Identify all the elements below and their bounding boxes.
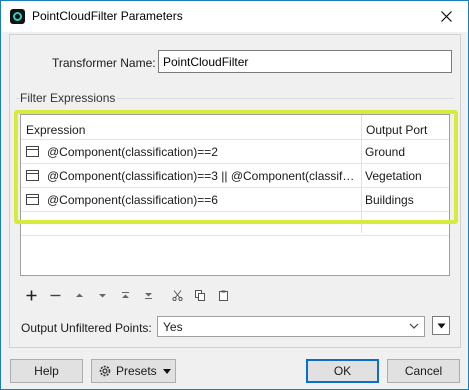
presets-button[interactable]: Presets: [91, 359, 176, 383]
expression-editor-icon[interactable]: [26, 194, 39, 205]
transformer-name-label: Transformer Name:: [52, 56, 156, 70]
output-unfiltered-value: Yes: [163, 320, 183, 334]
filter-expressions-label: Filter Expressions: [20, 91, 118, 105]
move-up-button[interactable]: [71, 286, 87, 304]
column-header-output-port[interactable]: Output Port: [366, 123, 427, 137]
output-unfiltered-menu-button[interactable]: [432, 316, 450, 335]
close-icon: [440, 11, 452, 22]
close-button[interactable]: [424, 1, 468, 32]
row-expression[interactable]: @Component(classification)==2: [47, 145, 357, 159]
row-output-port[interactable]: Vegetation: [365, 169, 422, 183]
triangle-down-icon: [162, 368, 171, 374]
table-toolbar: [23, 286, 253, 304]
expression-editor-icon[interactable]: [26, 146, 39, 157]
cut-button[interactable]: [169, 286, 185, 304]
table-row-empty[interactable]: [21, 212, 449, 236]
cut-icon: [171, 289, 183, 301]
dialog-window: PointCloudFilter Parameters Transformer …: [0, 0, 469, 390]
cancel-button[interactable]: Cancel: [387, 359, 460, 383]
output-unfiltered-label: Output Unfiltered Points:: [21, 321, 152, 335]
expression-editor-icon[interactable]: [26, 170, 39, 181]
paste-button[interactable]: [215, 286, 231, 304]
expressions-table[interactable]: Expression Output Port @Component(classi…: [20, 114, 450, 276]
move-up-icon: [75, 293, 83, 297]
move-down-button[interactable]: [94, 286, 110, 304]
ok-button-label: OK: [333, 364, 352, 378]
window-title: PointCloudFilter Parameters: [32, 9, 183, 23]
help-button-label: Help: [34, 364, 59, 378]
app-icon: [10, 9, 25, 24]
table-row[interactable]: @Component(classification)==3 || @Compon…: [21, 164, 449, 188]
copy-icon: [194, 289, 205, 301]
add-icon: [26, 290, 36, 300]
row-expression[interactable]: @Component(classification)==3 || @Compon…: [47, 169, 357, 183]
row-expression[interactable]: @Component(classification)==6: [47, 193, 357, 207]
paste-icon: [218, 290, 228, 301]
move-top-button[interactable]: [117, 286, 133, 304]
help-button[interactable]: Help: [10, 359, 83, 383]
table-row[interactable]: @Component(classification)==2 Ground: [21, 140, 449, 164]
move-down-icon: [98, 293, 106, 297]
ok-button[interactable]: OK: [306, 359, 379, 383]
move-bottom-icon: [144, 292, 152, 299]
add-button[interactable]: [23, 286, 39, 304]
chevron-down-icon: [409, 323, 419, 329]
row-output-port[interactable]: Ground: [365, 145, 405, 159]
title-bar[interactable]: PointCloudFilter Parameters: [1, 1, 468, 32]
remove-button[interactable]: [47, 286, 63, 304]
triangle-down-icon: [437, 323, 445, 328]
move-top-icon: [121, 291, 129, 298]
row-output-port[interactable]: Buildings: [365, 193, 414, 207]
presets-button-label: Presets: [116, 364, 157, 378]
table-row[interactable]: @Component(classification)==6 Buildings: [21, 188, 449, 212]
table-header: Expression Output Port: [21, 115, 449, 140]
transformer-name-input[interactable]: [158, 50, 452, 73]
column-header-expression[interactable]: Expression: [26, 123, 85, 137]
remove-icon: [50, 294, 60, 296]
gear-icon: [99, 365, 111, 377]
copy-button[interactable]: [192, 286, 208, 304]
cancel-button-label: Cancel: [404, 364, 443, 378]
move-bottom-button[interactable]: [140, 286, 156, 304]
output-unfiltered-select[interactable]: Yes: [157, 316, 425, 337]
